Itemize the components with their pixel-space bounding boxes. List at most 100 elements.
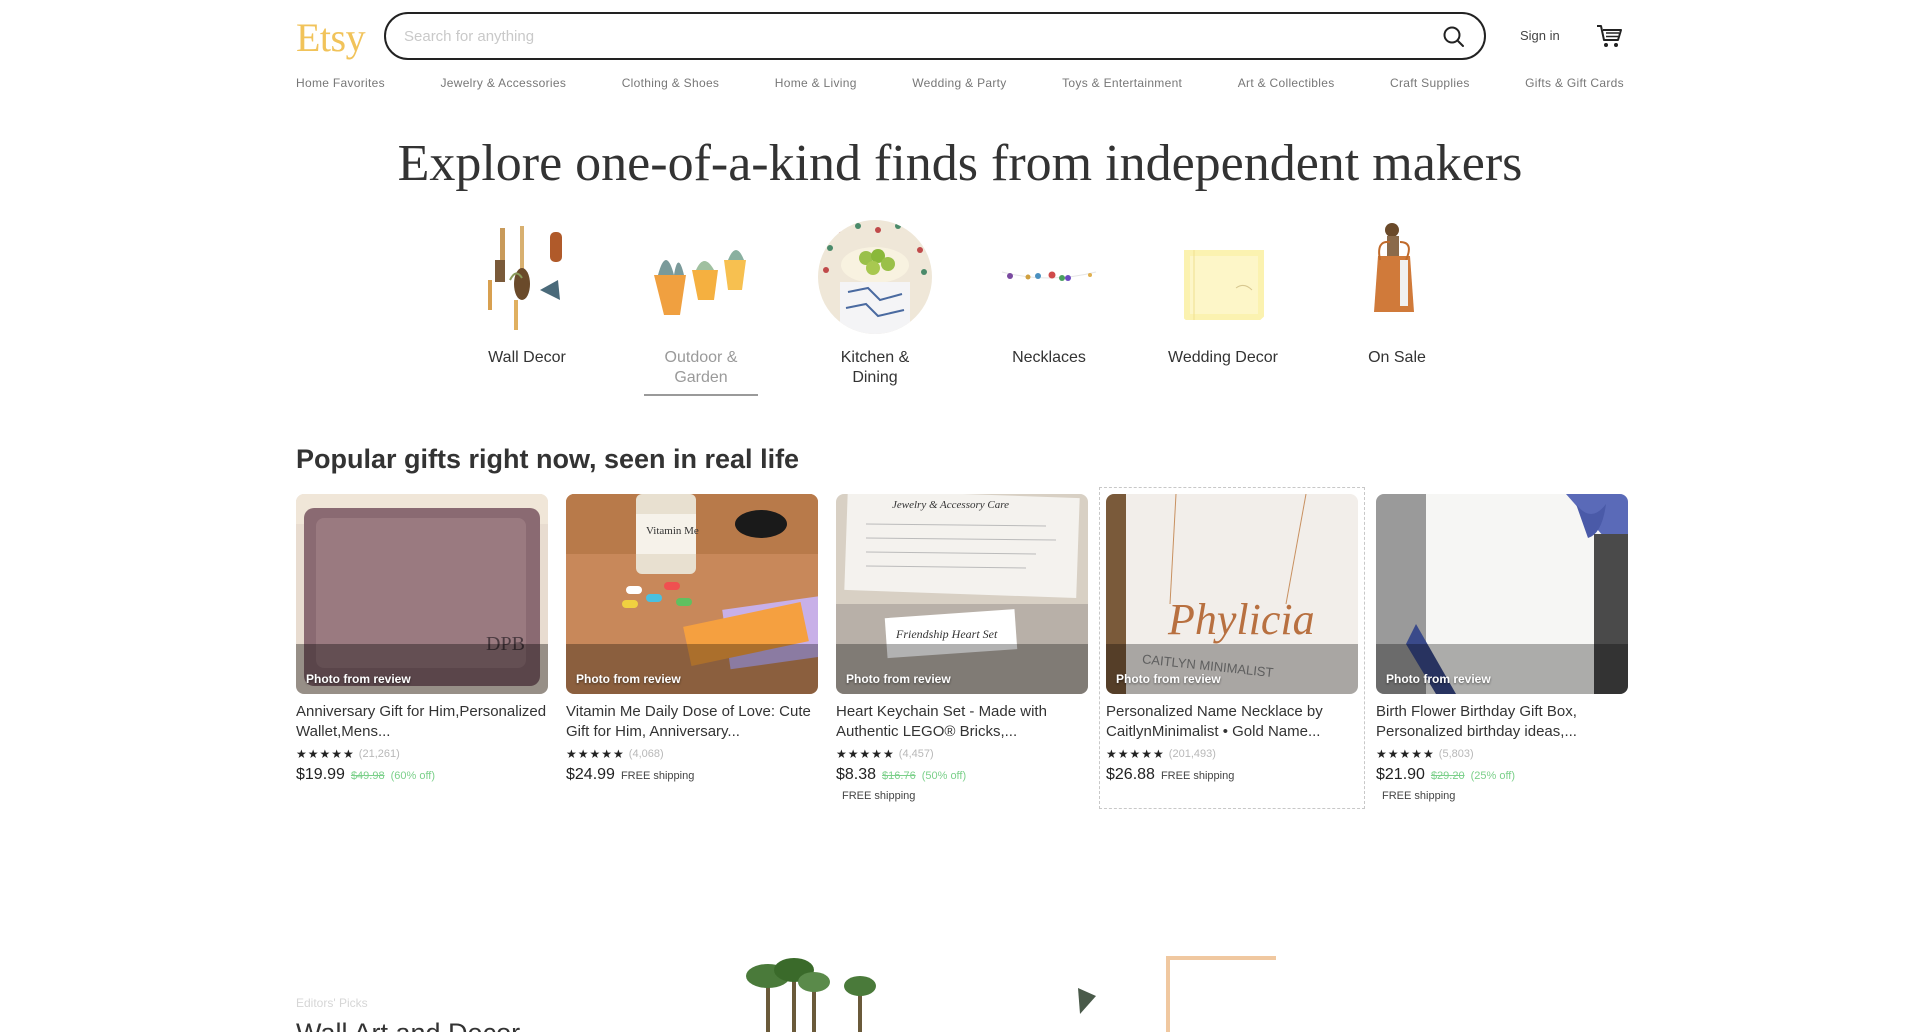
category-label: Outdoor & Garden [664,349,738,386]
discount: (50% off) [921,770,967,782]
search-icon[interactable] [1440,23,1468,51]
product-card[interactable]: Phylicia CAITLYN MINIMALIST Photo from r… [1099,487,1365,809]
rating: ★★★★★ (4,068) [566,746,818,762]
category-wedding-decor[interactable]: Wedding Decor [1166,220,1280,388]
nav-home-favorites[interactable]: Home Favorites [296,76,385,96]
product-image[interactable]: Phylicia CAITLYN MINIMALIST Photo from r… [1106,494,1358,694]
category-label: Necklaces [1012,349,1086,366]
on-sale-image [1340,220,1454,334]
svg-text:Phylicia: Phylicia [1167,595,1315,644]
category-wall-decor[interactable]: Wall Decor [470,220,584,388]
rating: ★★★★★ (5,803) [1376,746,1628,762]
wedding-decor-image [1166,220,1280,334]
product-image[interactable]: Jewelry & Accessory Care Friendship Hear… [836,494,1088,694]
active-underline [644,394,758,396]
price: $21.90 [1376,766,1425,783]
product-card[interactable]: DPB Photo from review Anniversary Gift f… [296,494,548,802]
price-row: $8.38 $16.76 (50% off) [836,766,1088,784]
product-title[interactable]: Anniversary Gift for Him,Personalized Wa… [296,702,548,742]
nav-craft-supplies[interactable]: Craft Supplies [1390,76,1470,96]
star-rating-icon: ★★★★★ [1106,747,1165,761]
photo-from-review-tag: Photo from review [576,672,681,686]
original-price: $16.76 [882,770,916,782]
price: $24.99 [566,766,615,783]
product-card[interactable]: Vitamin Me Photo from review Vitamin Me … [566,494,818,802]
category-label: Kitchen & Dining [840,349,910,386]
product-image[interactable]: Photo from review [1376,494,1628,694]
category-label: On Sale [1368,349,1426,366]
price-row: $24.99 FREE shipping [566,766,818,784]
kitchen-dining-image [818,220,932,334]
product-title[interactable]: Personalized Name Necklace by CaitlynMin… [1106,702,1358,742]
shipping-label: FREE shipping [1160,770,1235,782]
star-rating-icon: ★★★★★ [1376,747,1435,761]
sign-in-link[interactable]: Sign in [1520,28,1560,43]
nav-gifts-gift-cards[interactable]: Gifts & Gift Cards [1525,76,1624,96]
header: Etsy Sign in [296,12,1624,62]
category-label: Wedding Decor [1168,349,1278,366]
product-card[interactable]: Jewelry & Accessory Care Friendship Hear… [836,494,1088,802]
category-label: Wall Decor [488,349,566,366]
palm-trees-image[interactable] [740,948,900,1032]
photo-from-review-tag: Photo from review [306,672,411,686]
nav-toys-entertainment[interactable]: Toys & Entertainment [1062,76,1182,96]
product-image[interactable]: DPB Photo from review [296,494,548,694]
shipping-label: FREE shipping [1382,790,1456,802]
nav-home-living[interactable]: Home & Living [775,76,857,96]
star-rating-icon: ★★★★★ [836,747,895,761]
search-bar[interactable] [384,12,1486,60]
category-nav: Home Favorites Jewelry & Accessories Clo… [296,76,1624,96]
price-row: $19.99 $49.98 (60% off) [296,766,548,784]
price: $19.99 [296,766,345,783]
necklaces-image [992,220,1106,334]
editors-picks-label: Editors' Picks [296,996,368,1010]
discount: (60% off) [390,770,436,782]
svg-text:Jewelry & Accessory Care: Jewelry & Accessory Care [892,499,1009,511]
product-title[interactable]: Vitamin Me Daily Dose of Love: Cute Gift… [566,702,818,742]
category-necklaces[interactable]: Necklaces [992,220,1106,388]
hero-heading: Explore one-of-a-kind finds from indepen… [397,135,1523,192]
section-title: Popular gifts right now, seen in real li… [296,444,800,474]
rating: ★★★★★ (201,493) [1106,746,1358,762]
product-title[interactable]: Birth Flower Birthday Gift Box, Personal… [1376,702,1628,742]
nav-art-collectibles[interactable]: Art & Collectibles [1238,76,1335,96]
editors-picks-title[interactable]: Wall Art and Decor [296,1018,520,1032]
price: $8.38 [836,766,877,783]
category-kitchen-dining[interactable]: Kitchen & Dining [818,220,932,388]
review-count: (21,261) [358,748,400,760]
nav-clothing-shoes[interactable]: Clothing & Shoes [622,76,720,96]
rating: ★★★★★ (21,261) [296,746,548,762]
discount: (25% off) [1470,770,1516,782]
review-count: (4,068) [628,748,664,760]
svg-text:Friendship Heart Set: Friendship Heart Set [895,627,998,641]
search-input[interactable] [404,25,1384,47]
nav-wedding-party[interactable]: Wedding & Party [912,76,1006,96]
review-count: (201,493) [1168,748,1216,760]
category-circles: Wall Decor Outdoor & Garden Kitchen & Di… [470,220,1454,396]
svg-text:Vitamin Me: Vitamin Me [646,525,699,537]
framed-art-image[interactable] [1166,956,1276,1032]
outdoor-garden-image [644,220,758,334]
shipping-label: FREE shipping [620,770,695,782]
photo-from-review-tag: Photo from review [1386,672,1491,686]
nav-jewelry-accessories[interactable]: Jewelry & Accessories [440,76,566,96]
original-price: $49.98 [350,770,385,782]
photo-from-review-tag: Photo from review [1116,672,1221,686]
product-card[interactable]: Photo from review Birth Flower Birthday … [1376,494,1628,802]
category-on-sale[interactable]: On Sale [1340,220,1454,388]
plant-leaf-image [1076,986,1100,1021]
shipping-label: FREE shipping [842,790,916,802]
etsy-logo[interactable]: Etsy [296,14,366,61]
original-price: $29.20 [1430,770,1465,782]
review-count: (5,803) [1438,748,1474,760]
price-row: $21.90 $29.20 (25% off) [1376,766,1628,784]
wall-decor-image [470,220,584,334]
cart-icon[interactable] [1594,22,1624,50]
star-rating-icon: ★★★★★ [566,747,625,761]
rating: ★★★★★ (4,457) [836,746,1088,762]
product-image[interactable]: Vitamin Me Photo from review [566,494,818,694]
category-outdoor-garden[interactable]: Outdoor & Garden [644,220,758,396]
product-list: DPB Photo from review Anniversary Gift f… [296,487,1628,809]
product-title[interactable]: Heart Keychain Set - Made with Authentic… [836,702,1088,742]
price-row: $26.88 FREE shipping [1106,766,1358,784]
